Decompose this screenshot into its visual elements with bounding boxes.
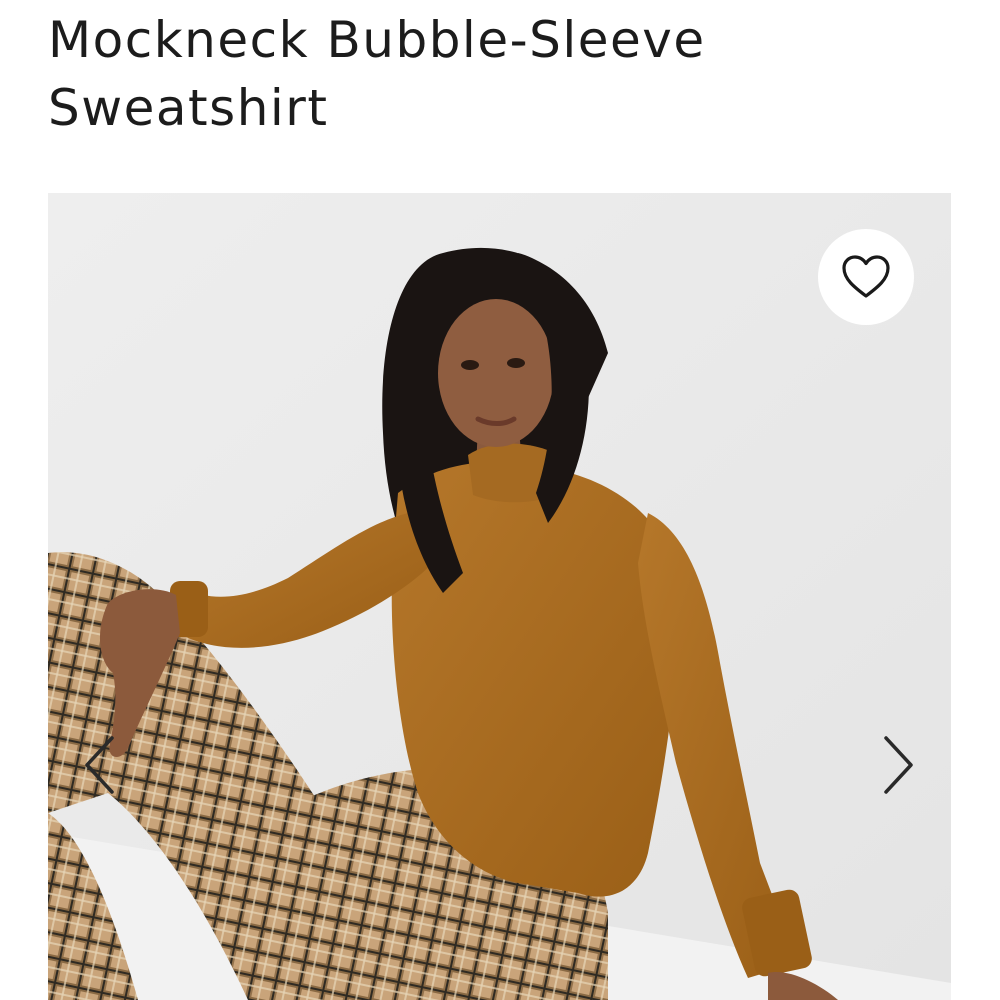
previous-image-button[interactable]	[74, 727, 124, 803]
product-title: Mockneck Bubble-Sleeve Sweatshirt	[48, 11, 706, 137]
next-image-button[interactable]	[874, 727, 924, 803]
wishlist-button[interactable]	[818, 229, 914, 325]
product-image-gallery[interactable]	[48, 193, 951, 1000]
heart-icon	[842, 255, 890, 298]
chevron-left-icon	[85, 736, 114, 794]
product-image	[48, 193, 951, 1000]
chevron-right-icon	[884, 736, 913, 794]
